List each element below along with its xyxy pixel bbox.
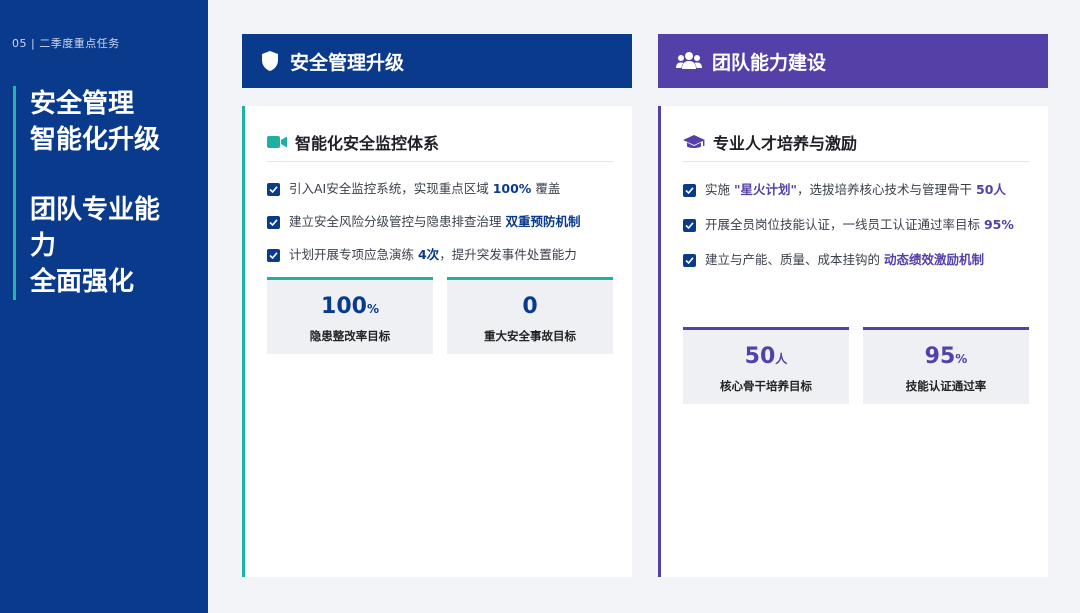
shield-icon [262, 51, 278, 71]
video-camera-icon [267, 135, 287, 148]
headline-line: 力 [30, 231, 57, 261]
card-subtitle: 智能化安全监控体系 [267, 128, 613, 162]
list-item: 建立与产能、质量、成本挂钩的 动态绩效激励机制 [683, 249, 1033, 271]
sidebar: 05 | 二季度重点任务 安全管理 智能化升级 团队专业能 力 全面强化 [0, 0, 208, 613]
team-card-header: 团队能力建设 [658, 34, 1048, 88]
card-title: 团队能力建设 [712, 51, 827, 74]
stat-group: 100% 隐患整改率目标 0 重大安全事故目标 [267, 277, 613, 354]
stat-card: 100% 隐患整改率目标 [267, 277, 433, 354]
safety-card-body: 智能化安全监控体系 引入AI安全监控系统，实现重点区域 100% 覆盖 建立安全… [242, 106, 632, 577]
sidebar-headline: 安全管理 智能化升级 团队专业能 力 全面强化 [13, 86, 193, 300]
checkbox-checked-icon [683, 219, 696, 232]
list-item: 开展全员岗位技能认证，一线员工认证通过率目标 95% [683, 214, 1033, 236]
stat-group: 50人 核心骨干培养目标 95% 技能认证通过率 [683, 327, 1029, 404]
checkbox-checked-icon [683, 254, 696, 267]
checklist: 实施 "星火计划"，选拔培养核心技术与管理骨干 50人 开展全员岗位技能认证，一… [683, 179, 1033, 284]
checklist: 引入AI安全监控系统，实现重点区域 100% 覆盖 建立安全风险分级管控与隐患排… [267, 178, 617, 277]
stat-card: 0 重大安全事故目标 [447, 277, 613, 354]
list-item: 实施 "星火计划"，选拔培养核心技术与管理骨干 50人 [683, 179, 1033, 201]
headline-line: 安全管理 [30, 89, 135, 119]
card-subtitle: 专业人才培养与激励 [683, 128, 1029, 162]
checkbox-checked-icon [683, 184, 696, 197]
checkbox-checked-icon [267, 183, 280, 196]
stat-card: 95% 技能认证通过率 [863, 327, 1029, 404]
checkbox-checked-icon [267, 249, 280, 262]
stat-card: 50人 核心骨干培养目标 [683, 327, 849, 404]
headline-line: 智能化升级 [30, 125, 161, 155]
users-icon [676, 52, 702, 69]
list-item: 建立安全风险分级管控与隐患排查治理 双重预防机制 [267, 211, 617, 233]
headline-line: 团队专业能 [30, 195, 161, 225]
headline-line: 全面强化 [30, 267, 135, 297]
card-title: 安全管理升级 [290, 51, 405, 74]
checkbox-checked-icon [267, 216, 280, 229]
graduation-cap-icon [683, 134, 705, 148]
list-item: 引入AI安全监控系统，实现重点区域 100% 覆盖 [267, 178, 617, 200]
team-card-body: 专业人才培养与激励 实施 "星火计划"，选拔培养核心技术与管理骨干 50人 开展… [658, 106, 1048, 577]
list-item: 计划开展专项应急演练 4次，提升突发事件处置能力 [267, 244, 617, 266]
safety-card-header: 安全管理升级 [242, 34, 632, 88]
section-label: 05 | 二季度重点任务 [12, 37, 120, 50]
